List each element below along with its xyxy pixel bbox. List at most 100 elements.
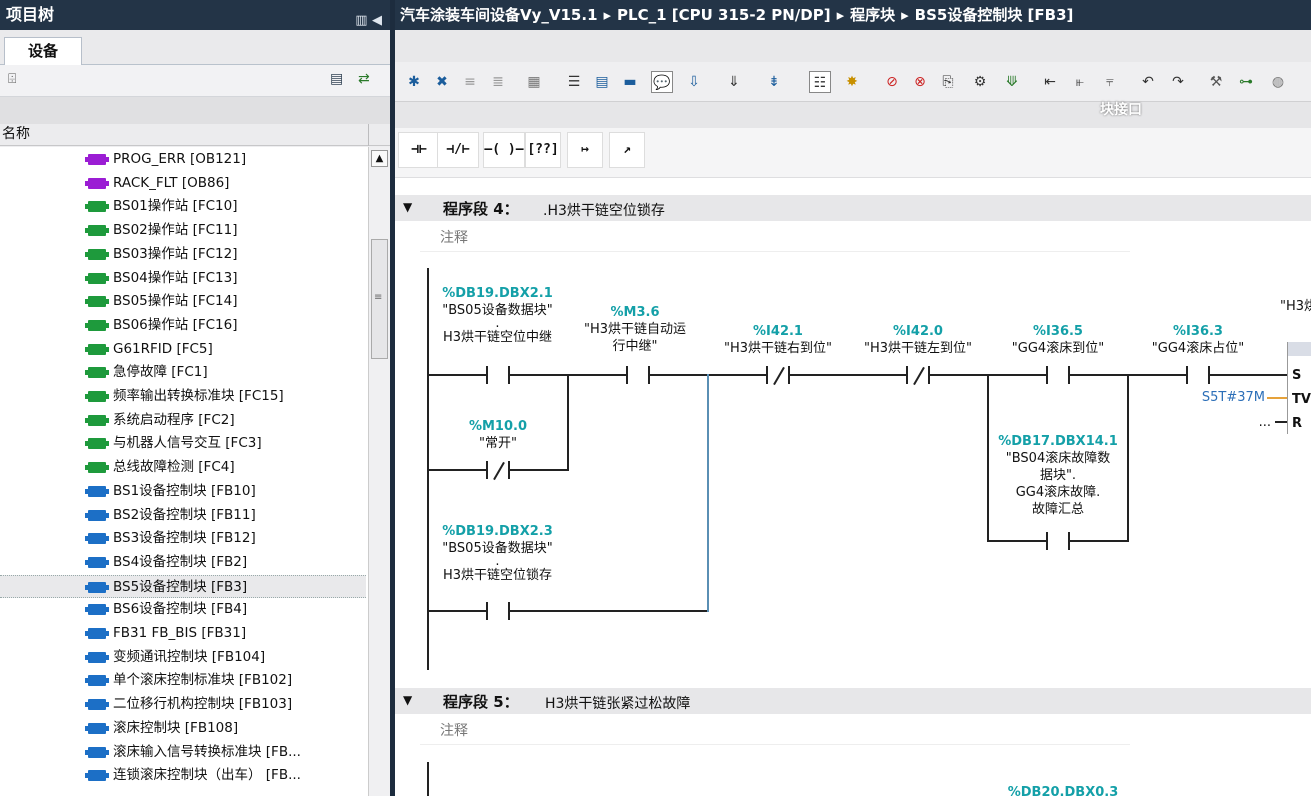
network-4-header[interactable]: ▼ 程序段 4： .H3烘干链空位锁存 (395, 195, 1311, 221)
timer-tv-value[interactable]: S5T#37M (1195, 389, 1265, 406)
tree-item[interactable]: RACK_FLT [OB86] (0, 172, 366, 195)
step-icon[interactable]: ⫦ (1069, 71, 1091, 93)
overview-icon[interactable]: ▤ (330, 71, 343, 87)
empty-box-button[interactable]: [??] (525, 132, 561, 168)
compare-icon[interactable]: ⎘ (937, 71, 959, 93)
highlight-icon[interactable]: ✸ (841, 71, 863, 93)
contact-c5[interactable] (1046, 366, 1070, 384)
contact-b2[interactable] (486, 602, 510, 620)
add-device-icon[interactable]: ⌹ (8, 71, 16, 87)
scroll-up-icon[interactable]: ▲ (371, 150, 388, 167)
delete-network-icon[interactable]: ✖ (431, 71, 453, 93)
nc-contact-button[interactable]: ⊣/⊢ (437, 132, 479, 168)
tree-item[interactable]: 滚床控制块 [FB108] (0, 717, 366, 740)
tools-icon[interactable]: ⚒ (1205, 71, 1227, 93)
tree-scrollbar[interactable]: ▲ ≡ (368, 147, 390, 796)
tree-item[interactable]: 单个滚床控制标准块 [FB102] (0, 669, 366, 692)
collapse-network-icon[interactable]: ▼ (403, 693, 412, 707)
tree-item[interactable]: BS02操作站 [FC11] (0, 219, 366, 242)
close-branch-button[interactable]: ↗ (609, 132, 645, 168)
insert-row-icon[interactable]: ≡ (459, 71, 481, 93)
tree-item[interactable]: BS6设备控制块 [FB4] (0, 598, 366, 621)
tree-item-label: BS06操作站 [FC16] (113, 316, 238, 333)
network-5-title[interactable]: H3烘干链张紧过松故障 (545, 693, 690, 713)
tree-item[interactable]: BS4设备控制块 [FB2] (0, 551, 366, 574)
tree-item[interactable]: FB31 FB_BIS [FB31] (0, 622, 366, 645)
timer-box[interactable]: S TV R (1287, 342, 1311, 434)
sort-icon[interactable]: ▦ (523, 71, 545, 93)
undo-icon[interactable]: ↶ (1137, 71, 1159, 93)
tree-item[interactable]: BS3设备控制块 [FB12] (0, 527, 366, 550)
tree-item[interactable]: 与机器人信号交互 [FC3] (0, 432, 366, 455)
timer-r-value[interactable]: ... (1235, 414, 1271, 431)
network-5-header[interactable]: ▼ 程序段 5： H3烘干链张紧过松故障 (395, 688, 1311, 714)
contact-c6[interactable] (1186, 366, 1210, 384)
contact-c3[interactable] (766, 366, 790, 384)
tree-item[interactable]: 系统启动程序 [FC2] (0, 409, 366, 432)
network-4-comment[interactable]: 注释 (420, 224, 1130, 252)
tree-item[interactable]: 总线故障检测 [FC4] (0, 456, 366, 479)
no-contact-button[interactable]: ⊣⊢ (398, 132, 440, 168)
go-online-icon[interactable]: ⟱ (1001, 71, 1023, 93)
tree-item[interactable]: G61RFID [FC5] (0, 338, 366, 361)
compile-icon[interactable]: ⚙ (969, 71, 991, 93)
block-interface-bar[interactable]: 块接口 (395, 102, 1311, 128)
tree-item[interactable]: BS04操作站 [FC13] (0, 267, 366, 290)
insert-network-icon[interactable]: ✱ (403, 71, 425, 93)
tree-item[interactable]: 频率输出转换标准块 [FC15] (0, 385, 366, 408)
tree-item[interactable]: BS05操作站 [FC14] (0, 290, 366, 313)
tree-item[interactable]: BS03操作站 [FC12] (0, 243, 366, 266)
contact-b1[interactable] (486, 461, 510, 479)
monitor-icon[interactable]: ⇓ (723, 71, 745, 93)
coil-button[interactable]: –( )– (483, 132, 525, 168)
breadcrumb-separator-icon: ▸ (603, 6, 612, 24)
block-info-icon[interactable]: ◍ (1267, 71, 1289, 93)
tree-item[interactable]: PROG_ERR [OB121] (0, 148, 366, 171)
download-icon[interactable]: ⇟ (763, 71, 785, 93)
block-icon (85, 533, 109, 545)
open-branch-button[interactable]: ↦ (567, 132, 603, 168)
network-overview-icon[interactable]: ▤ (591, 71, 613, 93)
contact-c4[interactable] (906, 366, 930, 384)
tree-item[interactable]: BS5设备控制块 [FB3] (0, 574, 366, 598)
next-error-icon[interactable]: ⊗ (909, 71, 931, 93)
breadcrumb-item[interactable]: 程序块 (850, 6, 895, 24)
tree-item-label: BS2设备控制块 [FB11] (113, 506, 256, 523)
step-over-icon[interactable]: ⫧ (1099, 71, 1121, 93)
refresh-icon[interactable]: ⇄ (358, 71, 370, 87)
go-to-error-icon[interactable]: ⊘ (881, 71, 903, 93)
tree-item[interactable]: 二位移行机构控制块 [FB103] (0, 693, 366, 716)
append-row-icon[interactable]: ≣ (487, 71, 509, 93)
tree-item[interactable]: BS01操作站 [FC10] (0, 195, 366, 218)
tree-item[interactable]: BS2设备控制块 [FB11] (0, 504, 366, 527)
collapse-network-icon[interactable]: ▼ (403, 200, 412, 214)
redo-icon[interactable]: ↷ (1167, 71, 1189, 93)
network-5-comment[interactable]: 注释 (420, 717, 1130, 745)
breadcrumb-item[interactable]: 汽车涂装车间设备Vy_V15.1 (400, 6, 598, 24)
comments-toggle-icon[interactable]: 💬 (651, 71, 673, 93)
network-4-title[interactable]: .H3烘干链空位锁存 (543, 200, 665, 220)
tree-item[interactable]: 变频通讯控制块 [FB104] (0, 646, 366, 669)
breadcrumb-item[interactable]: PLC_1 [CPU 315-2 PN/DP] (617, 6, 831, 24)
tree-item[interactable]: 急停故障 [FC1] (0, 361, 366, 384)
contact-b3[interactable] (1046, 532, 1070, 550)
contact-c1[interactable] (486, 366, 510, 384)
favorites-icon[interactable]: ⇩ (683, 71, 705, 93)
block-icon (85, 248, 109, 260)
tree-item[interactable]: BS1设备控制块 [FB10] (0, 480, 366, 503)
tree-item[interactable]: BS06操作站 [FC16] (0, 314, 366, 337)
monitor-on-off-icon[interactable]: ⊶ (1235, 71, 1257, 93)
tree-item[interactable]: 连锁滚床控制块（出车） [FB... (0, 764, 366, 787)
tree-item[interactable]: 滚床输入信号转换标准块 [FB... (0, 741, 366, 764)
collapse-networks-icon[interactable]: ▬ (619, 71, 641, 93)
project-tree-list: PROG_ERR [OB121] RACK_FLT [OB86] BS01操作站 [… (0, 147, 368, 796)
tab-devices[interactable]: 设备 (4, 37, 82, 66)
list-view-icon[interactable]: ☷ (809, 71, 831, 93)
tree-toolbar: ⌹ ▤ ⇄ (0, 65, 390, 97)
tree-item-label: BS02操作站 [FC11] (113, 222, 238, 239)
breakpoint-icon[interactable]: ⇤ (1039, 71, 1061, 93)
absolute-operands-icon[interactable]: ☰ (563, 71, 585, 93)
b3-address: %DB17.DBX14.1 (998, 434, 1118, 449)
breadcrumb-item[interactable]: BS5设备控制块 [FB3] (915, 6, 1074, 24)
contact-c2[interactable] (626, 366, 650, 384)
